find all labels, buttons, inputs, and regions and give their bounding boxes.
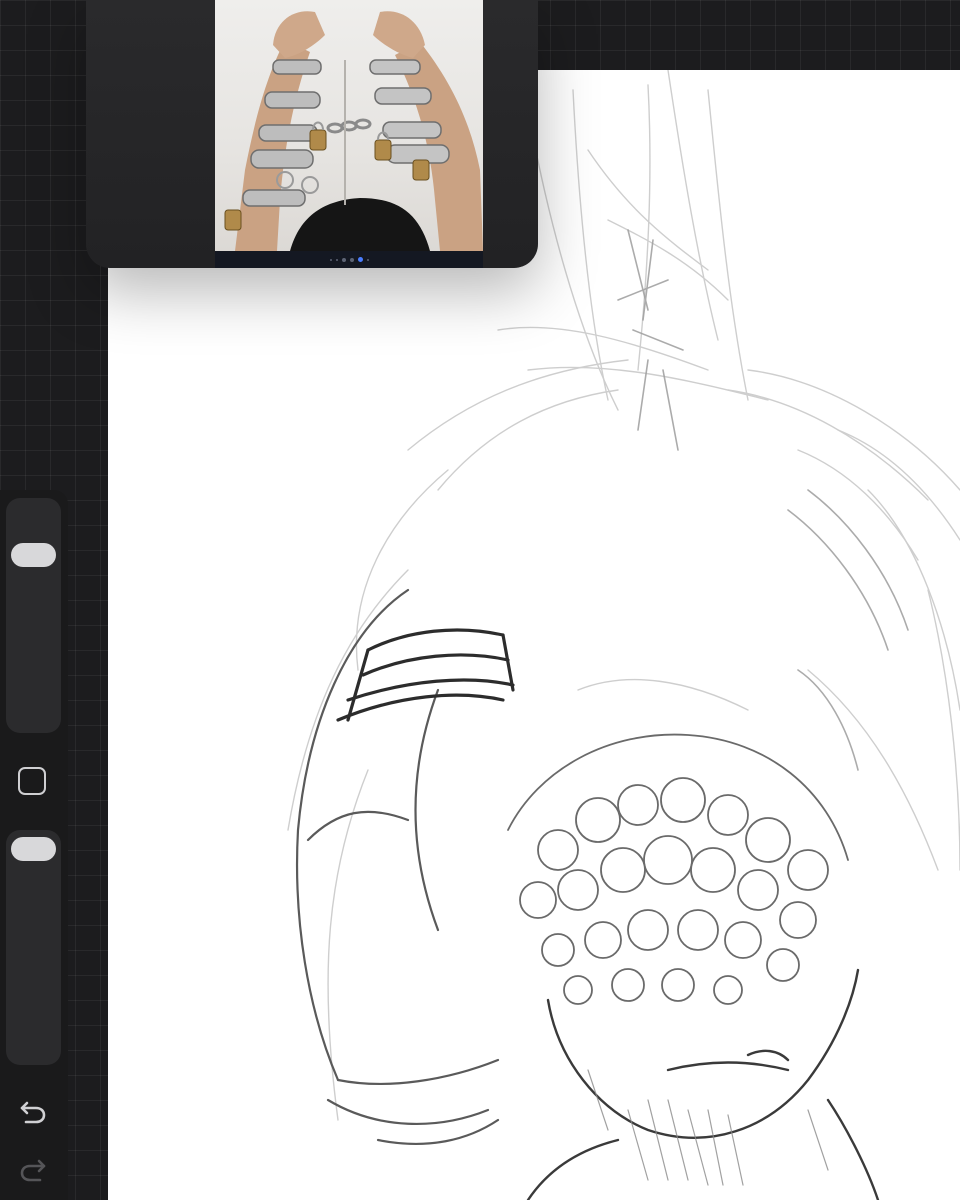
page-dot[interactable] <box>366 258 369 261</box>
page-dot[interactable] <box>335 258 338 261</box>
modify-button[interactable] <box>18 767 46 795</box>
reference-photo[interactable] <box>215 0 483 251</box>
page-dot-active[interactable] <box>357 257 363 262</box>
brush-size-slider-thumb[interactable] <box>11 543 56 567</box>
reference-window[interactable] <box>86 0 538 268</box>
page-dot[interactable] <box>341 257 346 262</box>
opacity-slider-thumb[interactable] <box>11 837 56 861</box>
brush-size-slider[interactable] <box>6 498 61 733</box>
page-dot[interactable] <box>349 257 354 262</box>
page-indicator[interactable] <box>215 251 483 268</box>
undo-button[interactable] <box>16 1094 50 1128</box>
opacity-slider[interactable] <box>6 830 61 1065</box>
undo-icon <box>20 1101 46 1124</box>
redo-icon <box>20 1159 46 1182</box>
sidebar <box>0 490 68 1200</box>
page-dot[interactable] <box>329 258 332 261</box>
reference-photo-graphic <box>224 11 483 251</box>
redo-button[interactable] <box>16 1152 50 1186</box>
